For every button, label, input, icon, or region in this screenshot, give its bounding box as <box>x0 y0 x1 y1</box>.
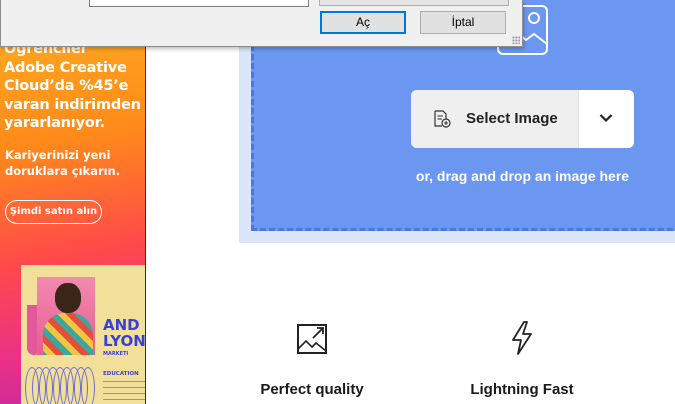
select-image-group: Select Image <box>411 90 634 148</box>
upload-source-dropdown[interactable] <box>579 90 634 148</box>
ad-buy-button[interactable]: Şimdi satın alın <box>5 200 102 224</box>
ad-card-loops <box>23 355 101 404</box>
select-image-label: Select Image <box>466 110 558 127</box>
drag-drop-hint: or, drag and drop an image here <box>415 168 630 184</box>
ad-card-market: MARKETI <box>103 351 129 357</box>
file-open-dialog: Aç İptal <box>0 0 523 47</box>
ad-card-education: EDUCATION <box>103 371 139 377</box>
ad-card-text-lines <box>103 381 145 401</box>
ad-card-name: AND LYON <box>103 316 146 350</box>
select-image-button[interactable]: Select Image <box>411 90 579 148</box>
feature-lightning-fast: Lightning Fast <box>470 381 574 398</box>
feature-perfect-quality: Perfect quality <box>260 381 364 398</box>
lightning-icon <box>512 321 532 355</box>
resize-image-icon <box>297 324 327 354</box>
file-type-select[interactable] <box>319 0 509 6</box>
resize-grip-icon[interactable] <box>512 36 520 44</box>
ad-person-photo <box>37 277 95 355</box>
open-button[interactable]: Aç <box>320 11 406 34</box>
file-add-icon <box>434 110 451 128</box>
adobe-ad-banner[interactable]: Öğrenciler Adobe Creative Cloud’da %45’e… <box>0 0 146 404</box>
ad-subtext: Kariyerinizi yeni doruklara çıkarın. <box>5 148 121 178</box>
file-name-input[interactable] <box>89 0 309 7</box>
ad-headline: Öğrenciler Adobe Creative Cloud’da %45’e… <box>4 41 141 131</box>
cancel-button[interactable]: İptal <box>420 11 506 34</box>
chevron-down-icon <box>599 114 613 123</box>
ad-resume-image: AND LYON MARKETI EDUCATION <box>21 265 146 404</box>
